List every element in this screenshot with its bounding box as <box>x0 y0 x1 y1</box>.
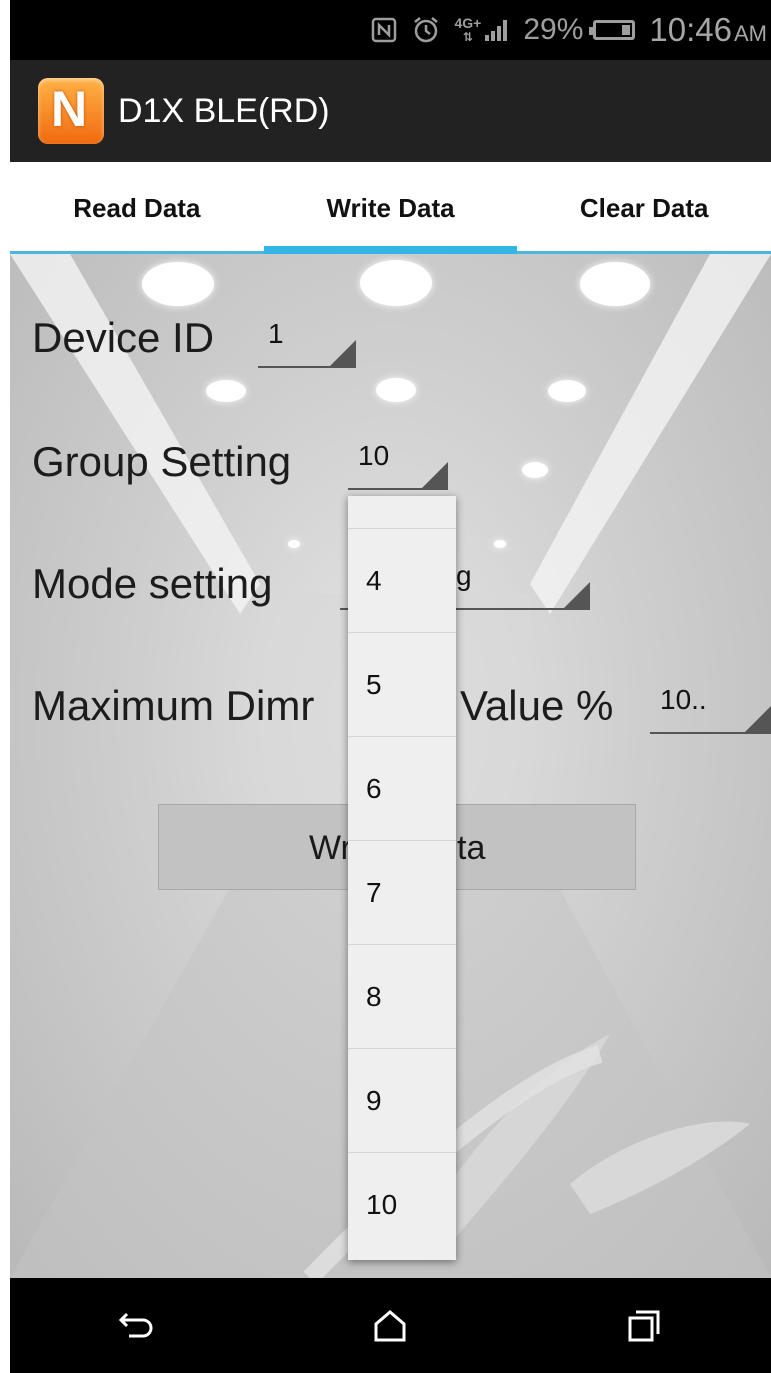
dropdown-option[interactable]: 10 <box>348 1153 456 1257</box>
tab-clear-data[interactable]: Clear Data <box>517 162 771 251</box>
battery-percent: 29% <box>523 13 584 46</box>
ceiling-light <box>548 380 586 402</box>
ceiling-light <box>376 378 416 402</box>
tab-write-data[interactable]: Write Data <box>263 162 518 254</box>
max-dimming-label-left: Maximum Dimr <box>32 682 315 729</box>
app-bar: N D1X BLE(RD) <box>10 60 771 162</box>
dropdown-option[interactable]: 7 <box>348 841 456 945</box>
device-id-spinner[interactable]: 1 <box>258 312 356 368</box>
dropdown-arrow-icon <box>564 582 590 608</box>
ceiling-light <box>360 260 432 306</box>
tab-read-data[interactable]: Read Data <box>10 162 264 251</box>
max-dimming-spinner[interactable]: 10.. <box>650 678 771 734</box>
group-setting-dropdown[interactable]: 4 5 6 7 8 9 10 <box>348 496 456 1260</box>
navigation-bar <box>10 1278 771 1373</box>
max-dimming-label-right: Value % <box>460 682 614 729</box>
write-button-label-right: ta <box>457 829 486 867</box>
home-icon[interactable] <box>350 1286 430 1366</box>
dropdown-arrow-icon <box>745 706 771 732</box>
dropdown-option[interactable]: 5 <box>348 633 456 737</box>
max-dimming-value: 10.. <box>660 684 707 715</box>
write-button-label-left: Wr <box>309 829 352 867</box>
nfc-icon <box>371 17 397 43</box>
group-setting-value: 10 <box>358 440 390 471</box>
signal-icon <box>485 19 509 41</box>
ceiling-light <box>522 462 548 478</box>
back-icon[interactable] <box>97 1286 177 1366</box>
ceiling-light <box>206 380 246 402</box>
clock-ampm: AM <box>734 21 767 46</box>
recents-icon[interactable] <box>604 1286 684 1366</box>
dropdown-option[interactable]: 6 <box>348 737 456 841</box>
dropdown-option[interactable]: 9 <box>348 1049 456 1153</box>
dropdown-arrow-icon <box>330 340 356 366</box>
group-setting-label: Group Setting <box>32 438 292 485</box>
mode-setting-value: g <box>456 560 472 591</box>
ceiling-light <box>142 262 214 306</box>
device-id-value: 1 <box>268 318 284 349</box>
ceiling-light <box>580 262 650 306</box>
battery-icon <box>589 20 636 40</box>
ceiling-light <box>494 540 506 548</box>
app-title: D1X BLE(RD) <box>118 91 330 130</box>
dropdown-option[interactable]: 4 <box>348 529 456 633</box>
4g-icon: 4G+ ⇅ <box>454 15 482 44</box>
app-logo-letter: N <box>51 81 88 137</box>
group-setting-spinner[interactable]: 10 <box>348 434 448 490</box>
dropdown-arrow-icon <box>422 462 448 488</box>
dropdown-scroll-stub <box>348 496 456 529</box>
mode-setting-label: Mode setting <box>32 560 273 607</box>
clock-time: 10:46 <box>649 11 732 48</box>
network-type: 4G+ <box>454 15 482 31</box>
device-id-label: Device ID <box>32 314 215 361</box>
ceiling-light <box>288 540 300 548</box>
tab-bar: Read Data Write Data Clear Data <box>10 162 771 254</box>
phone-screen: 4G+ ⇅ 29% 10:46AM N D1X BLE(RD) Read Dat… <box>10 0 771 1373</box>
status-bar: 4G+ ⇅ 29% 10:46AM <box>10 0 771 60</box>
dropdown-option[interactable]: 8 <box>348 945 456 1049</box>
clock: 10:46AM <box>649 11 767 49</box>
app-logo: N <box>38 78 104 144</box>
alarm-icon <box>411 15 441 45</box>
